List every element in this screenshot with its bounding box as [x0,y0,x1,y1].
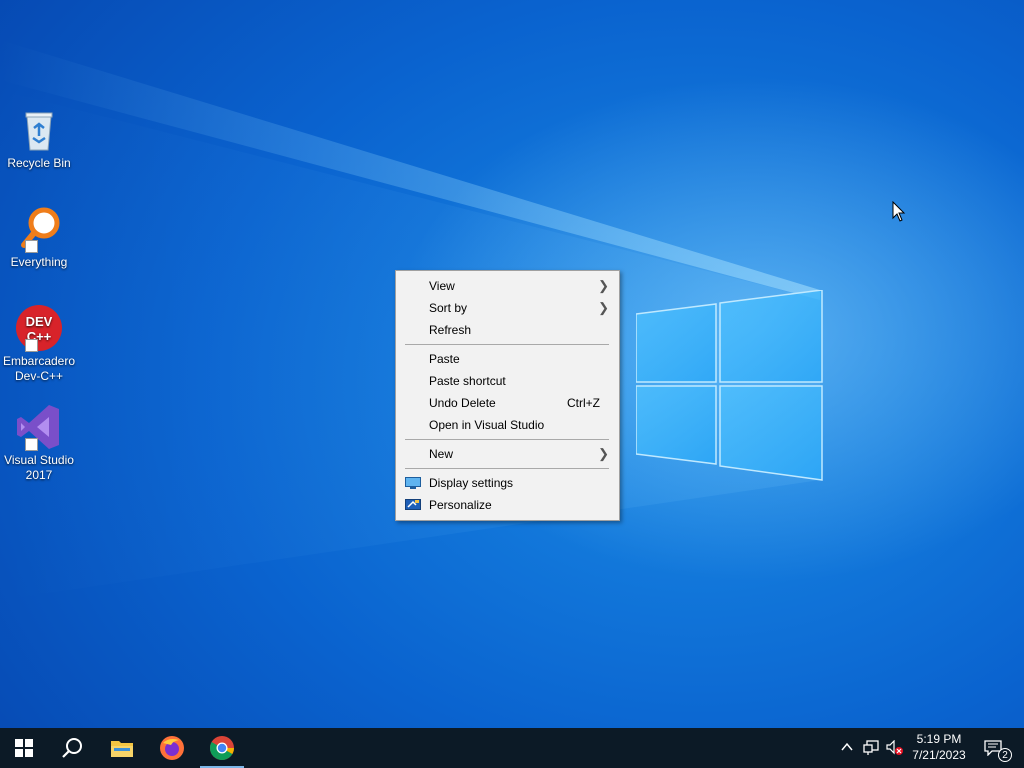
search-icon [62,738,82,758]
menu-item-display-settings[interactable]: Display settings [396,472,619,494]
volume-tray-button[interactable] [884,728,906,768]
svg-text:DEV: DEV [26,314,53,329]
volume-muted-icon [886,740,903,755]
menu-item-label: Sort by [429,301,468,315]
windows-start-icon [15,739,33,757]
menu-item-refresh[interactable]: Refresh [396,319,619,341]
menu-item-label: Open in Visual Studio [429,418,545,432]
desktop-icon-recycle-bin[interactable]: Recycle Bin [2,106,76,171]
menu-item-label: Paste shortcut [429,374,506,388]
clock-date: 7/21/2023 [912,748,966,762]
desktop-icon-label: Recycle Bin [7,156,71,170]
everything-search-icon [15,205,63,253]
clock-time: 5:19 PM [916,732,962,746]
taskbar: 5:19 PM 7/21/2023 2 [0,728,1024,768]
menu-separator [405,344,609,345]
chrome-icon [210,736,234,761]
menu-item-paste-shortcut[interactable]: Paste shortcut [396,370,619,392]
folder-icon [111,741,133,757]
desktop-context-menu: View ❯ Sort by ❯ Refresh Paste Paste sho… [395,270,620,521]
action-center-button[interactable]: 2 [978,728,1024,768]
menu-item-label: New [429,447,454,461]
chevron-right-icon: ❯ [598,278,609,293]
shortcut-arrow-icon [25,339,38,352]
menu-item-view[interactable]: View ❯ [396,275,619,297]
menu-separator [405,439,609,440]
network-tray-button[interactable] [860,728,882,768]
chevron-up-icon [841,742,853,751]
desktop[interactable]: Recycle Bin Everything DEV C++ Embarcade… [0,0,1024,728]
menu-item-new[interactable]: New ❯ [396,443,619,465]
desktop-icon-dev-cpp[interactable]: DEV C++ Embarcadero Dev-C++ [2,304,76,384]
menu-item-undo-delete[interactable]: Undo Delete Ctrl+Z [396,392,619,414]
firefox-icon [160,736,184,760]
shortcut-arrow-icon [25,240,38,253]
menu-item-label: View [429,279,455,293]
menu-item-label: Personalize [429,498,492,512]
menu-item-label: Paste [429,352,460,366]
desktop-icon-label: Everything [10,255,68,269]
taskbar-clock[interactable]: 5:19 PM 7/21/2023 [904,728,974,768]
menu-item-personalize[interactable]: Personalize [396,494,619,516]
display-settings-icon [405,477,421,489]
dev-cpp-icon: DEV C++ [15,304,63,352]
menu-item-paste[interactable]: Paste [396,348,619,370]
taskbar-app-chrome[interactable] [198,728,246,768]
menu-item-label: Display settings [429,476,514,490]
desktop-icon-everything[interactable]: Everything [2,205,76,270]
menu-item-sort-by[interactable]: Sort by ❯ [396,297,619,319]
desktop-icon-label: Embarcadero Dev-C++ [2,354,76,383]
show-hidden-icons-button[interactable] [838,728,856,768]
menu-item-label: Undo Delete [429,396,496,410]
chevron-right-icon: ❯ [598,446,609,461]
chevron-right-icon: ❯ [598,300,609,315]
search-button[interactable] [48,728,96,768]
network-icon [863,740,879,755]
mouse-cursor-icon [892,201,906,222]
taskbar-app-firefox[interactable] [148,728,196,768]
shortcut-arrow-icon [25,438,38,451]
menu-separator [405,468,609,469]
menu-item-label: Refresh [429,323,472,337]
menu-item-shortcut: Ctrl+Z [567,396,600,410]
menu-item-open-in-visual-studio[interactable]: Open in Visual Studio [396,414,619,436]
visual-studio-icon [15,403,63,451]
taskbar-app-file-explorer[interactable] [98,728,146,768]
desktop-icon-visual-studio[interactable]: Visual Studio 2017 [2,403,76,483]
desktop-icon-label: Visual Studio 2017 [4,453,74,482]
notification-count-badge: 2 [998,748,1012,762]
personalize-icon [405,499,421,510]
windows-logo-wallpaper [636,290,823,481]
recycle-bin-icon [15,106,63,154]
start-button[interactable] [0,728,48,768]
